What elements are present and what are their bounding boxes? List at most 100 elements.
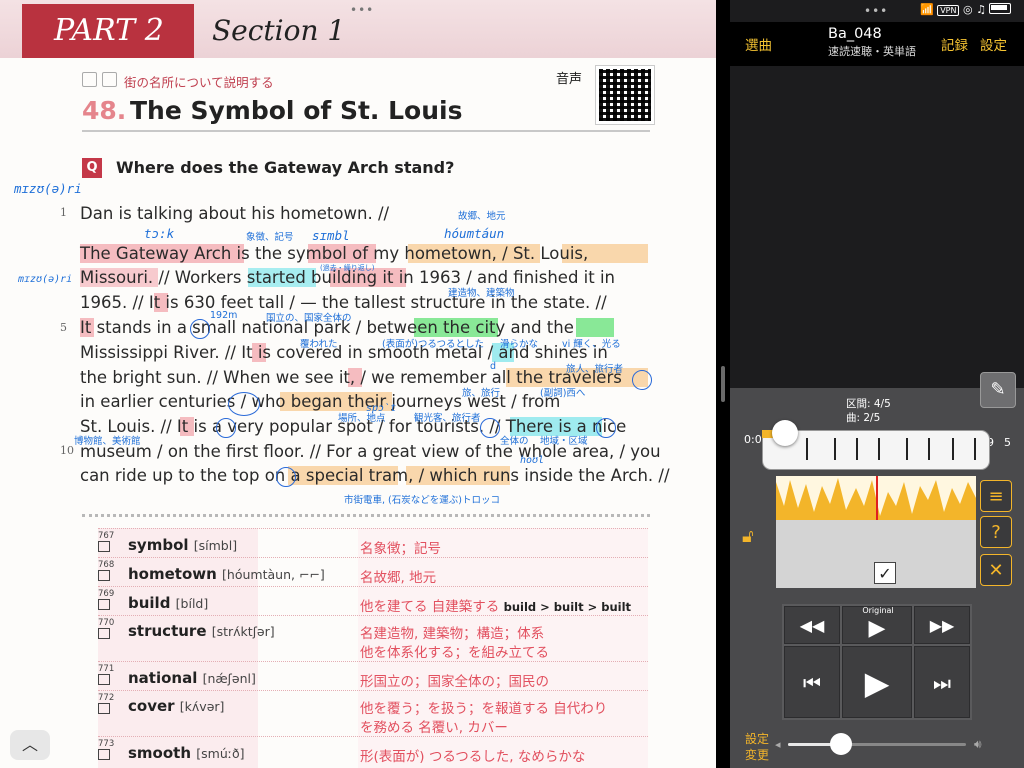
annotation: 市街電車, (石炭などを運ぶ)トロッコ bbox=[344, 495, 500, 506]
phonetic-note: sɪmbl bbox=[312, 228, 350, 243]
section-marker bbox=[974, 438, 976, 460]
vocab-pronunciation: [hóumtàun, ⌐⌐] bbox=[222, 567, 325, 582]
vocab-row[interactable]: 771 national [nǽʃənl] 形国立の；国家全体の；国民の bbox=[98, 661, 648, 691]
fast-forward-button[interactable]: ▶▶ bbox=[914, 606, 970, 644]
play-button[interactable]: ▶ bbox=[842, 646, 912, 718]
split-view-handle[interactable] bbox=[721, 366, 725, 402]
vocab-number: 772 bbox=[98, 693, 115, 703]
next-track-button[interactable]: ⏭ bbox=[914, 646, 970, 718]
vocab-word: structure bbox=[128, 622, 207, 640]
settings-change-button[interactable]: 設定変更 bbox=[745, 731, 775, 763]
rewind-button[interactable]: ◀◀ bbox=[784, 606, 840, 644]
passage-line: The Gateway Arch is the symbol of my hom… bbox=[80, 244, 589, 263]
vocab-word: build bbox=[128, 594, 171, 612]
original-label: Original bbox=[862, 606, 894, 615]
status-icons: 📶 VPN ◎ ♫ bbox=[920, 3, 1012, 16]
phonetic-note: mɪzʊ(ə)ri bbox=[18, 274, 73, 285]
annotation: 192m bbox=[210, 310, 238, 321]
vocab-row[interactable]: 768 hometown [hóumtàun, ⌐⌐] 名故郷, 地元 bbox=[98, 557, 648, 587]
song-select-button[interactable]: 選曲 bbox=[745, 34, 772, 54]
timeline-scrubber[interactable] bbox=[772, 420, 798, 446]
handwritten-circle bbox=[216, 418, 236, 438]
vocab-checkbox[interactable] bbox=[98, 674, 110, 685]
edit-mode-button[interactable]: ✎ bbox=[980, 372, 1016, 408]
annotation: 旅、旅行 bbox=[462, 388, 501, 399]
repeat-count[interactable]: 5 bbox=[1004, 436, 1011, 449]
pane-menu-dots[interactable]: ••• bbox=[864, 4, 888, 18]
annotation: 地域・区域 bbox=[540, 436, 588, 447]
vocab-word: symbol bbox=[128, 536, 189, 554]
orientation-lock-icon: ◎ bbox=[962, 3, 973, 16]
lesson-number: 48. bbox=[82, 96, 127, 125]
scroll-up-button[interactable]: ︿ bbox=[10, 730, 50, 760]
skip-back-icon: ⏮ bbox=[803, 671, 821, 695]
annotation: 覆われた bbox=[300, 339, 338, 350]
vocab-checkbox[interactable] bbox=[98, 570, 110, 581]
play-icon: ▶ bbox=[864, 664, 890, 702]
close-button[interactable]: ✕ bbox=[980, 554, 1012, 586]
handwritten-circle bbox=[190, 319, 210, 339]
wifi-icon: 📶 bbox=[920, 3, 934, 16]
annotation: 故郷、地元 bbox=[458, 211, 506, 222]
close-icon: ✕ bbox=[988, 560, 1004, 581]
line-number: 5 bbox=[60, 321, 67, 334]
section-marker bbox=[928, 438, 930, 460]
vocab-verb-forms: build > built > built bbox=[503, 600, 632, 614]
document-page[interactable]: PART 2 Section 1 ••• 街の名所について説明する 音声 48.… bbox=[0, 0, 716, 768]
phonetic-note: hoʊl bbox=[520, 455, 545, 466]
annotation: 全体の bbox=[500, 436, 529, 447]
line-number: 1 bbox=[60, 206, 67, 219]
vocab-checkbox[interactable] bbox=[98, 749, 110, 760]
vocab-row[interactable]: 772 cover [kʌ́vər] 他を覆う；を扱う；を報道する 自代わり を… bbox=[98, 690, 648, 737]
settings-button[interactable]: 設定 bbox=[980, 34, 1007, 54]
vocab-checkbox[interactable] bbox=[98, 628, 110, 639]
vocab-definition: を務める 名覆い, カバー bbox=[360, 720, 508, 736]
title-divider bbox=[82, 130, 650, 132]
phonetic-note: hóumtáun bbox=[444, 226, 505, 241]
vocab-row[interactable]: 769 build [bíld] 他を建てる 自建築する build > bui… bbox=[98, 586, 648, 616]
line-number: 10 bbox=[60, 444, 74, 457]
menu-button[interactable]: ≡ bbox=[980, 480, 1012, 512]
vocab-checkbox[interactable] bbox=[98, 541, 110, 552]
vocab-checkbox[interactable] bbox=[98, 703, 110, 714]
review-checkbox-1[interactable] bbox=[82, 72, 97, 87]
section-label: Section 1 bbox=[212, 14, 346, 47]
vocab-definition: 形(表面が) つるつるした, なめらかな bbox=[360, 749, 586, 765]
vocab-number: 768 bbox=[98, 560, 115, 570]
section-marker bbox=[906, 438, 908, 460]
vocab-number: 773 bbox=[98, 739, 115, 749]
volume-high-icon: 🔊︎ bbox=[974, 737, 982, 751]
section-counter: 区間: 4/5 bbox=[846, 398, 891, 410]
pane-menu-dots[interactable]: ••• bbox=[350, 3, 374, 17]
volume-knob[interactable] bbox=[830, 733, 852, 755]
handwritten-circle bbox=[480, 418, 500, 438]
annotation: vi 輝く、光る bbox=[562, 339, 621, 350]
annotation: (表面が)つるつるとした bbox=[382, 339, 485, 350]
annotation: 滑らかな bbox=[500, 339, 539, 350]
vocab-pronunciation: [strʌ́ktʃər] bbox=[211, 624, 275, 639]
phonetic-note: tɔ:k bbox=[144, 226, 175, 241]
review-checkbox-2[interactable] bbox=[102, 72, 117, 87]
annotation: (副詞)西へ bbox=[540, 388, 586, 399]
section-divider bbox=[82, 514, 650, 517]
section-marker bbox=[878, 438, 880, 460]
chevron-up-icon: ︿ bbox=[21, 735, 38, 754]
handwritten-circle bbox=[276, 467, 296, 487]
fast-forward-icon: ▶▶ bbox=[929, 616, 955, 635]
vocab-word: cover bbox=[128, 697, 175, 715]
annotation: 国立の、国家全体の bbox=[266, 313, 352, 324]
vocab-row[interactable]: 773 smooth [smúːð] 形(表面が) つるつるした, なめらかな bbox=[98, 736, 648, 766]
help-button[interactable]: ? bbox=[980, 516, 1012, 548]
vocab-definition: 名象徴；記号 bbox=[360, 541, 441, 557]
record-button[interactable]: 記録 bbox=[941, 34, 968, 54]
handwritten-circle bbox=[228, 392, 260, 416]
vocab-row[interactable]: 767 symbol [símbl] 名象徴；記号 bbox=[98, 528, 648, 558]
loop-checkbox[interactable]: ✓ bbox=[874, 562, 896, 584]
previous-track-button[interactable]: ⏮ bbox=[784, 646, 840, 718]
vocab-checkbox[interactable] bbox=[98, 599, 110, 610]
annotation-d: d bbox=[490, 361, 497, 372]
unlock-icon[interactable]: 🔓︎ bbox=[742, 526, 754, 547]
vocab-definition: 名建造物, 建築物；構造；体系 bbox=[360, 626, 545, 642]
vocab-row[interactable]: 770 structure [strʌ́ktʃər] 名建造物, 建築物；構造；… bbox=[98, 615, 648, 662]
vocab-pronunciation: [kʌ́vər] bbox=[179, 699, 225, 714]
